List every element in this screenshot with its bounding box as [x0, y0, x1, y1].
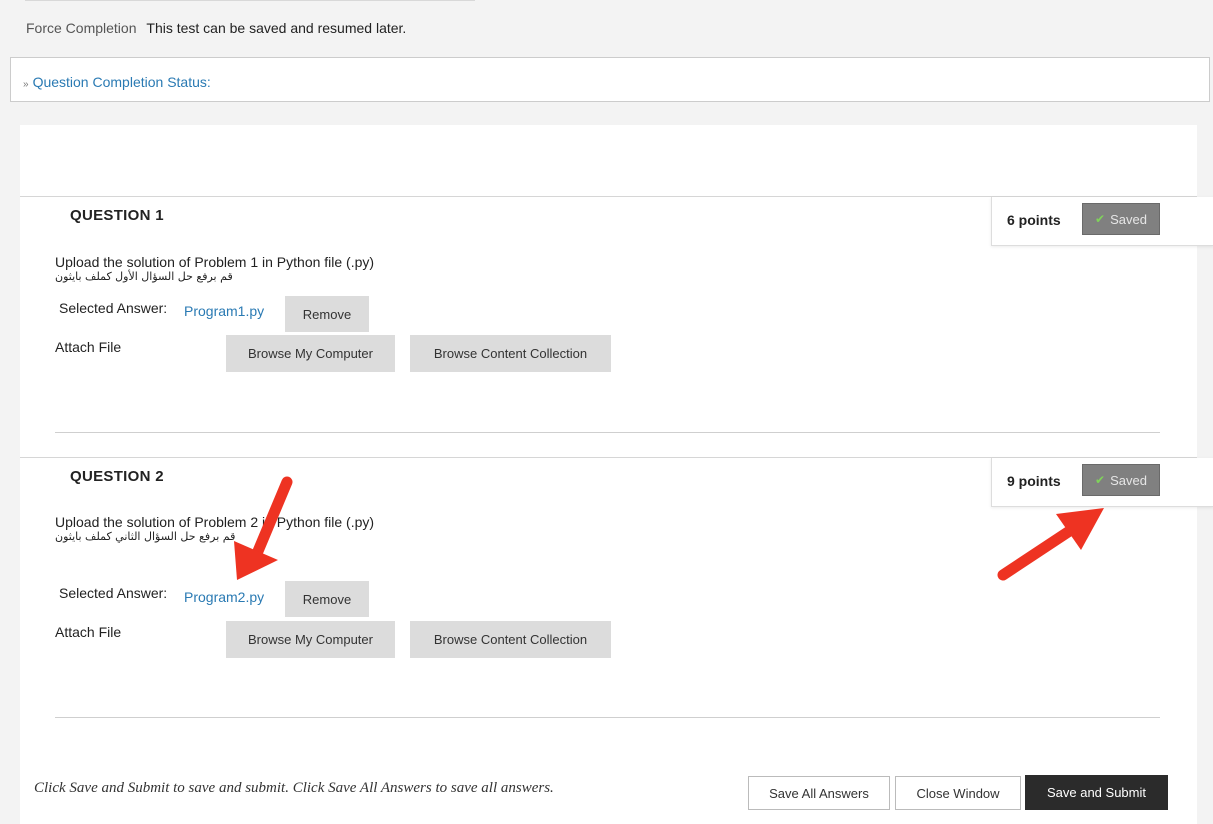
- question-1-remove-button[interactable]: Remove: [285, 296, 369, 332]
- question-1-title: QUESTION 1: [70, 207, 164, 224]
- question-2-saved-label: Saved: [1110, 472, 1147, 488]
- question-1-prompt-arabic: قم برفع حل السؤال الأول كملف بايثون: [55, 270, 233, 283]
- question-1-separator: [55, 432, 1160, 433]
- question-2-saved-badge: ✔ Saved: [1082, 464, 1160, 496]
- question-1-browse-collection-button[interactable]: Browse Content Collection: [410, 335, 611, 372]
- test-info-bar: Force Completion This test can be saved …: [10, 0, 1213, 56]
- submit-instructions: Click Save and Submit to save and submit…: [34, 780, 554, 796]
- question-2-browse-computer-button[interactable]: Browse My Computer: [226, 621, 395, 658]
- double-chevron-down-icon: »: [23, 79, 29, 90]
- check-icon: ✔: [1095, 473, 1106, 487]
- save-all-answers-button[interactable]: Save All Answers: [748, 776, 890, 810]
- question-completion-status-panel: » Question Completion Status:: [10, 57, 1210, 102]
- question-1-points: 6 points: [1007, 212, 1061, 228]
- question-1-selected-answer-label: Selected Answer:: [59, 300, 168, 316]
- question-2-browse-collection-button[interactable]: Browse Content Collection: [410, 621, 611, 658]
- question-2-separator: [55, 717, 1160, 718]
- check-icon: ✔: [1095, 212, 1106, 226]
- question-1-saved-label: Saved: [1110, 211, 1147, 227]
- force-completion-label: Force Completion: [26, 20, 137, 36]
- question-2-remove-button[interactable]: Remove: [285, 581, 369, 617]
- close-window-button[interactable]: Close Window: [895, 776, 1021, 810]
- question-2-title: QUESTION 2: [70, 468, 164, 485]
- question-2-attach-file-label: Attach File: [55, 624, 122, 640]
- question-1-file-link[interactable]: Program1.py: [184, 303, 264, 319]
- save-and-submit-button[interactable]: Save and Submit: [1025, 775, 1168, 810]
- question-2-prompt: Upload the solution of Problem 2 in Pyth…: [55, 514, 375, 530]
- question-1-attach-file-label: Attach File: [55, 339, 122, 355]
- question-2-prompt-arabic: قم برفع حل السؤال الثاني كملف بايثون: [55, 530, 236, 543]
- question-2-points: 9 points: [1007, 473, 1061, 489]
- top-divider: [25, 0, 475, 7]
- question-1-saved-badge: ✔ Saved: [1082, 203, 1160, 235]
- question-2-file-link[interactable]: Program2.py: [184, 589, 264, 605]
- question-2-selected-answer-label: Selected Answer:: [59, 585, 168, 601]
- question-2-points-box: 9 points ✔ Saved: [991, 458, 1213, 507]
- question-1-browse-computer-button[interactable]: Browse My Computer: [226, 335, 395, 372]
- question-1-points-box: 6 points ✔ Saved: [991, 197, 1213, 246]
- force-completion-info: Force Completion This test can be saved …: [26, 20, 406, 36]
- question-completion-status-toggle[interactable]: » Question Completion Status:: [23, 74, 211, 90]
- question-1-prompt: Upload the solution of Problem 1 in Pyth…: [55, 254, 375, 270]
- question-completion-status-label: Question Completion Status:: [32, 74, 211, 90]
- force-completion-value: This test can be saved and resumed later…: [146, 20, 407, 36]
